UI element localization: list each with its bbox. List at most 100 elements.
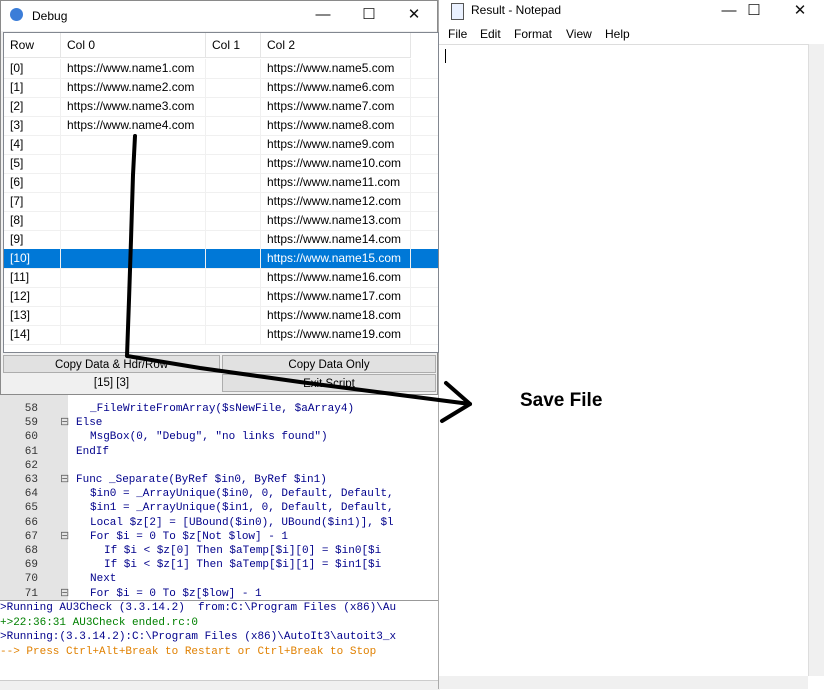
console-line: --> Press Ctrl+Alt+Break to Restart or C… [0,645,377,658]
table-cell: [10] [4,249,61,268]
table-cell [206,59,261,78]
text-caret [445,49,446,63]
table-row[interactable]: [1] https://www.name2.com https://www.name… [4,78,438,98]
menu-file[interactable]: File [448,27,467,41]
table-cell: [5] [4,154,61,173]
line-number: 65 [24,502,38,515]
column-header-col1[interactable]: Col 1 [206,33,261,58]
table-cell: https://www.name9.com [261,135,411,154]
column-header-col2[interactable]: Col 2 [261,33,411,58]
menu-edit[interactable]: Edit [480,27,501,41]
notepad-vertical-scrollbar[interactable] [808,44,824,676]
table-cell: https://www.name1.com [61,59,206,78]
script-editor[interactable]: 58 _FileWriteFromArray($sNewFile, $aArray… [0,390,440,601]
debug-minimize-button[interactable]: — [300,4,346,26]
debug-status: [15] [3] [93,377,130,389]
table-row[interactable]: [0] https://www.name1.com https://www.name… [4,59,438,79]
debug-title: Debug [32,9,68,23]
table-row[interactable]: [7] https://www.name12.com [4,192,438,212]
table-cell [206,116,261,135]
notepad-window: Result - Notepad — ☐ ✕ File Edit Format … [438,0,824,689]
table-cell: [1] [4,78,61,97]
editor-line: 61 EndIf [0,445,440,459]
table-cell: https://www.name17.com [261,287,411,306]
table-row[interactable]: [11] https://www.name16.com [4,268,438,288]
table-row[interactable]: [4] https://www.name9.com [4,135,438,155]
notepad-titlebar: Result - Notepad — ☐ ✕ [439,0,824,24]
table-row[interactable]: [2] https://www.name3.com https://www.name… [4,97,438,117]
table-row[interactable]: [3] https://www.name4.com https://www.name… [4,116,438,136]
table-row[interactable]: [14] https://www.name19.com [4,325,438,345]
table-cell [206,154,261,173]
table-row[interactable]: [6] https://www.name11.com [4,173,438,193]
fold-marker[interactable]: ⊟ [60,587,70,601]
table-cell: https://www.name13.com [261,211,411,230]
editor-line: 62 [0,459,440,473]
exit-script-button[interactable]: Exit Script [222,374,436,392]
table-cell: [3] [4,116,61,135]
column-header-col0[interactable]: Col 0 [61,33,206,58]
menu-view[interactable]: View [566,27,592,41]
column-header-row[interactable]: Row [4,33,61,58]
table-cell: [14] [4,325,61,344]
line-number: 68 [24,545,38,557]
notepad-text-area[interactable] [439,44,808,677]
table-cell [206,78,261,97]
table-cell [61,192,206,211]
table-row[interactable]: [8] https://www.name13.com [4,211,438,231]
table-cell [61,135,206,154]
table-cell [206,287,261,306]
table-cell: https://www.name6.com [261,78,411,97]
fold-marker[interactable]: ⊟ [60,473,70,487]
table-row[interactable]: [9] https://www.name14.com [4,230,438,250]
code-text: _FileWriteFromArray($sNewFile, $aArray4) [90,403,355,415]
table-cell [206,192,261,211]
menu-help[interactable]: Help [605,27,630,41]
console-line: >Running:(3.3.14.2):C:\Program Files (x8… [0,631,397,643]
table-cell: https://www.name16.com [261,268,411,287]
debug-window: Debug — ☐ ✕ Row Col 0 Col 1 Col 2 [0] htt… [0,0,439,395]
table-cell: https://www.name15.com [261,249,411,268]
table-cell [206,211,261,230]
table-cell: https://www.name19.com [261,325,411,344]
line-number: 60 [24,431,38,444]
copy-data-hdr-button[interactable]: Copy Data & Hdr/Row [3,355,220,373]
table-cell [206,325,261,344]
output-console[interactable]: >Running AU3Check (3.3.14.2) from:C:\Pro… [0,600,440,681]
table-row[interactable]: [13] https://www.name18.com [4,306,438,326]
notepad-menubar: File Edit Format View Help [439,24,824,44]
menu-format[interactable]: Format [514,27,552,41]
editor-line: 71 ⊟ For $i = 0 To $z[$low] - 1 [0,587,440,601]
array-listview[interactable]: Row Col 0 Col 1 Col 2 [0] https://www.nam… [3,32,439,353]
table-cell [61,154,206,173]
line-number: 71 [24,587,38,600]
table-cell [206,97,261,116]
debug-close-button[interactable]: ✕ [391,4,437,26]
table-cell [206,268,261,287]
table-cell [61,249,206,268]
table-cell: https://www.name7.com [261,97,411,116]
code-text: If $i < $z[1] Then $aTemp[$i][1] = $in1[… [104,559,382,572]
line-number: 61 [24,445,38,458]
table-cell: https://www.name11.com [261,173,411,192]
code-text: Next [90,573,117,586]
table-row[interactable]: [12] https://www.name17.com [4,287,438,307]
console-line: >Running AU3Check (3.3.14.2) from:C:\Pro… [0,602,397,614]
table-row[interactable]: [5] https://www.name10.com [4,154,438,174]
table-cell: [13] [4,306,61,325]
notepad-horizontal-scrollbar[interactable] [439,676,808,689]
table-cell [206,230,261,249]
table-row[interactable]: [10] https://www.name15.com [4,249,438,269]
table-cell: https://www.name10.com [261,154,411,173]
fold-marker[interactable]: ⊟ [60,530,70,544]
copy-data-only-button[interactable]: Copy Data Only [222,355,436,373]
line-number: 66 [24,516,38,529]
editor-line: 60 MsgBox(0, "Debug", "no links found") [0,430,440,444]
notepad-close-button[interactable]: ✕ [777,0,823,22]
table-cell: https://www.name18.com [261,306,411,325]
debug-maximize-button[interactable]: ☐ [346,4,392,26]
table-cell [206,249,261,268]
fold-marker[interactable]: ⊟ [60,416,70,430]
save-file-label: Save File [520,390,603,411]
notepad-maximize-button[interactable]: ☐ [731,0,777,22]
